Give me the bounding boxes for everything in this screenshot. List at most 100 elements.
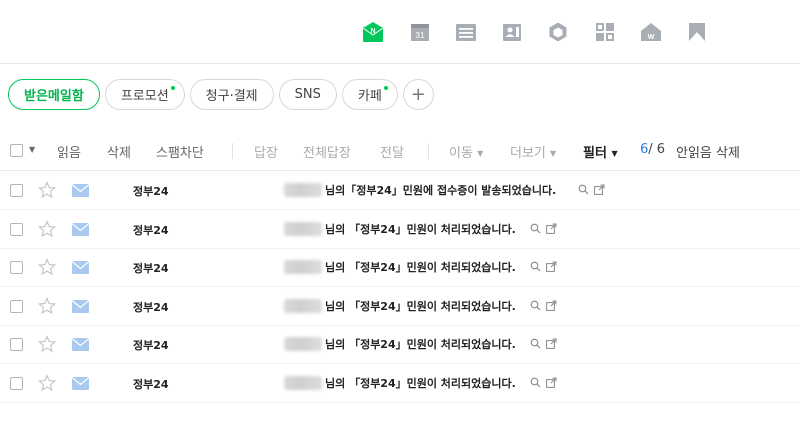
redacted-name [284,376,322,390]
mail-checkbox[interactable] [10,261,23,277]
star-icon[interactable] [38,181,56,199]
tab-label: 카페 [357,88,382,104]
open-new-window-icon[interactable] [546,300,557,311]
category-tabs: 받은메일함 프로모션 청구·결제 SNS 카페 + [8,78,434,110]
calendar-label: 31 [416,31,425,40]
mail-subject[interactable]: 님의 「정부24」민원이 처리되었습니다. [325,336,516,352]
mail-row[interactable]: 정부24 님의 「정부24」민원이 처리되었습니다. [0,211,800,249]
delete-button[interactable]: 삭제 [107,142,131,161]
mail-checkbox[interactable] [10,222,23,239]
new-dot-icon [170,85,175,90]
envelope-icon[interactable] [72,338,89,352]
redacted-name [284,337,322,352]
mail-app-icon[interactable]: N [362,21,384,43]
search-icon[interactable] [578,184,589,195]
mail-subject[interactable]: 님의「정부24」민원에 접수증이 발송되었습니다. [325,182,556,198]
home-label: W [648,34,655,41]
mail-row[interactable]: 정부24 님의 「정부24」민원이 처리되었습니다. [0,288,800,326]
mail-row[interactable]: 정부24 님의 「정부24」민원이 처리되었습니다. [0,249,800,288]
search-icon[interactable] [530,261,541,272]
mail-subject[interactable]: 님의 「정부24」민원이 처리되었습니다. [325,259,516,275]
envelope-icon[interactable] [72,184,89,197]
tab-promotion[interactable]: 프로모션 [104,78,185,110]
unread-delete-button[interactable]: 안읽음 삭제 [676,142,740,161]
calendar-app-icon[interactable]: 31 [409,21,431,43]
envelope-icon[interactable] [72,222,89,236]
tab-inbox[interactable]: 받은메일함 [8,78,100,110]
divider [428,143,429,159]
redacted-name [284,221,322,236]
new-dot-icon [383,85,388,90]
memo-app-icon[interactable] [455,21,477,43]
redacted-name [284,298,322,313]
search-icon[interactable] [530,338,541,349]
star-icon[interactable] [38,296,56,315]
mail-row[interactable]: 정부24 님의「정부24」민원에 접수증이 발송되었습니다. [0,172,800,210]
reply-all-button[interactable]: 전체답장 [303,142,351,161]
envelope-icon[interactable] [72,261,89,275]
mail-row[interactable]: 정부24 님의 「정부24」민원이 처리되었습니다. [0,365,800,403]
redacted-name [284,183,322,197]
mail-sender[interactable]: 정부24 [133,376,169,392]
mail-checkbox[interactable] [10,299,23,316]
tab-cafe[interactable]: 카페 [341,78,398,110]
search-icon[interactable] [530,377,541,388]
filter-button[interactable]: 필터 ▼ [583,142,618,161]
count-total: / 6 [648,142,666,157]
plus-icon: + [410,83,426,105]
tab-label: 받은메일함 [24,88,84,104]
chevron-down-icon: ▼ [550,149,557,158]
star-icon[interactable] [38,219,56,238]
move-button[interactable]: 이동 ▼ [449,142,483,161]
star-icon[interactable] [38,374,56,392]
bookmark-app-icon[interactable] [686,21,708,43]
mail-sender[interactable]: 정부24 [133,222,169,238]
tab-label: 청구·결제 [205,88,258,104]
redacted-name [284,260,322,275]
more-button[interactable]: 더보기 ▼ [510,142,556,161]
reply-button[interactable]: 답장 [254,142,278,161]
mail-sender[interactable]: 정부24 [133,299,169,315]
read-button[interactable]: 읽음 [57,142,81,161]
mail-toolbar: ▼ 읽음 삭제 스팸차단 답장 전체답장 전달 이동 ▼ 더보기 ▼ 필터 ▼ … [0,131,800,171]
mail-checkbox[interactable] [10,184,23,200]
select-all-checkbox[interactable] [10,144,23,161]
mail-checkbox[interactable] [10,377,23,393]
contacts-app-icon[interactable] [501,21,523,43]
open-new-window-icon[interactable] [546,377,557,388]
block-spam-button[interactable]: 스팸차단 [156,142,204,161]
mail-sender[interactable]: 정부24 [133,183,169,199]
office-app-icon[interactable] [594,21,616,43]
select-dropdown-icon[interactable]: ▼ [29,145,35,154]
mybox-app-icon[interactable] [547,21,569,43]
star-icon[interactable] [38,258,56,276]
open-new-window-icon[interactable] [546,223,557,234]
divider [232,143,233,159]
open-new-window-icon[interactable] [546,338,557,350]
search-icon[interactable] [530,300,541,311]
forward-button[interactable]: 전달 [380,142,404,161]
search-icon[interactable] [530,223,541,234]
tab-sns[interactable]: SNS [278,78,337,110]
mail-row[interactable]: 정부24 님의 「정부24」민원이 처리되었습니다. [0,326,800,365]
open-new-window-icon[interactable] [594,184,605,195]
envelope-icon[interactable] [72,377,89,390]
tab-billing[interactable]: 청구·결제 [189,78,274,110]
mail-subject[interactable]: 님의 「정부24」민원이 처리되었습니다. [325,221,516,237]
mail-sender[interactable]: 정부24 [133,260,169,276]
mail-subject[interactable]: 님의 「정부24」민원이 처리되었습니다. [325,375,516,391]
envelope-icon[interactable] [72,299,89,313]
chevron-down-icon: ▼ [477,149,484,158]
open-new-window-icon[interactable] [546,261,557,273]
mail-count: 6/ 6 [640,142,665,157]
add-tab-button[interactable]: + [402,78,434,110]
star-icon[interactable] [38,335,56,353]
mail-sender[interactable]: 정부24 [133,337,169,353]
home-app-icon[interactable]: W [640,21,662,43]
filter-label: 필터 [583,146,607,161]
mail-badge: N [370,28,375,35]
caret-down-icon: ▼ [611,149,618,158]
mail-subject[interactable]: 님의 「정부24」민원이 처리되었습니다. [325,298,516,314]
tab-label: SNS [294,86,321,102]
mail-checkbox[interactable] [10,338,23,354]
